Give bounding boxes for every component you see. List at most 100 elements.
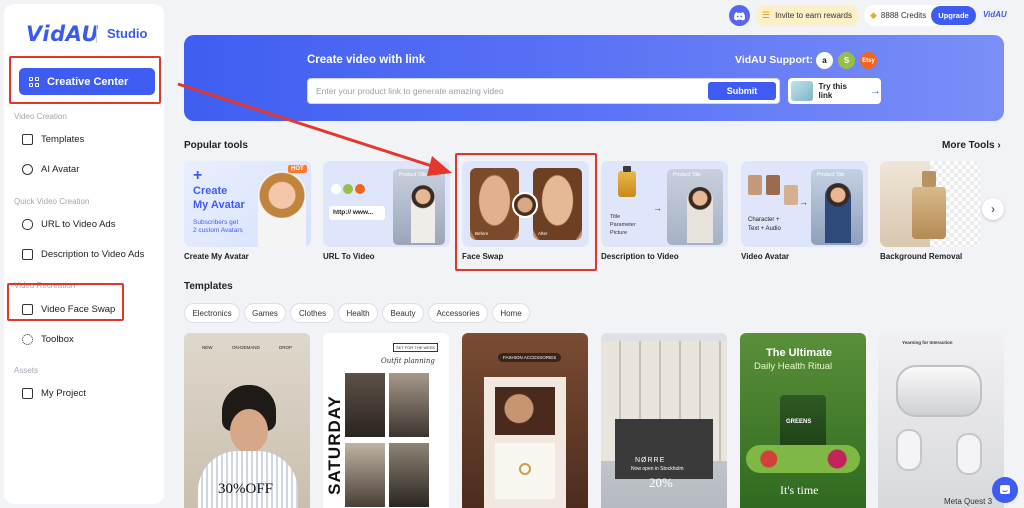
plus-icon: + bbox=[193, 167, 203, 184]
tile-top-text: Yearning for Interaction bbox=[902, 340, 953, 345]
etsy-icon[interactable]: Etsy bbox=[860, 52, 877, 69]
vr-controller-right bbox=[956, 433, 982, 475]
sidebar-item-label: URL to Video Ads bbox=[41, 218, 116, 230]
sidebar-item-label: Templates bbox=[41, 133, 85, 145]
vidau-logo[interactable]: VidAU bbox=[26, 22, 99, 46]
perfume-bottle bbox=[618, 171, 636, 197]
video-face-swap-highlight bbox=[7, 283, 124, 321]
carousel-next-button[interactable]: › bbox=[982, 198, 1004, 220]
template-tile-2[interactable]: SET FOR THE WEEK Outfit planning SATURDA… bbox=[323, 333, 449, 508]
person-figure bbox=[687, 187, 713, 243]
chip-health[interactable]: Health bbox=[338, 303, 378, 323]
chip-accessories[interactable]: Accessories bbox=[428, 303, 488, 323]
tile-bottom-text: Meta Quest 3 bbox=[944, 497, 993, 506]
tool-label-url-to-video: URL To Video bbox=[323, 252, 375, 261]
product-name: GREENS bbox=[786, 419, 812, 425]
sidebar-item-ai-avatar[interactable]: AI Avatar bbox=[22, 161, 79, 177]
section-assets: Assets bbox=[14, 366, 39, 375]
tool-card-url-to-video[interactable]: http:// www... Product Title bbox=[323, 161, 450, 247]
fruit-pile bbox=[746, 445, 860, 473]
chip-beauty[interactable]: Beauty bbox=[382, 303, 424, 323]
templates-icon bbox=[22, 133, 33, 145]
tool-card-description-to-video[interactable]: Title Parameter Picture → Product Title bbox=[601, 161, 728, 247]
avatar-card-sub-2: 2 custom Avatars bbox=[193, 227, 243, 234]
try-this-link-button[interactable]: Try this link → bbox=[788, 78, 881, 104]
create-video-banner: Create video with link VidAU Support: a … bbox=[184, 35, 1004, 121]
creative-center-label: Creative Center bbox=[47, 75, 129, 88]
ai-avatar-icon bbox=[22, 163, 33, 175]
avatar-card-sub-1: Subscribers get bbox=[193, 219, 239, 226]
discord-button[interactable] bbox=[729, 5, 750, 26]
sidebar-item-toolbox[interactable]: Toolbox bbox=[22, 331, 74, 347]
frame-photo bbox=[484, 377, 566, 508]
vidau-small-logo[interactable]: VidAU bbox=[983, 10, 1007, 19]
section-quick-video-creation: Quick Video Creation bbox=[14, 197, 90, 206]
hot-badge: HOT bbox=[288, 165, 307, 173]
avatar-line-character: Character + bbox=[748, 217, 780, 223]
tool-card-create-my-avatar[interactable]: + Create My Avatar Subscribers get 2 cus… bbox=[184, 161, 311, 247]
more-tools-label: More Tools bbox=[942, 140, 995, 151]
invite-rewards-button[interactable]: ☰ Invite to earn rewards bbox=[755, 5, 859, 26]
grid-icon bbox=[29, 76, 39, 87]
sidebar-item-description-to-video-ads[interactable]: Description to Video Ads bbox=[22, 246, 144, 262]
product-title-label: Product Title bbox=[817, 172, 845, 178]
product-title-label: Product Title bbox=[673, 172, 701, 178]
chat-support-button[interactable] bbox=[992, 477, 1018, 503]
more-tools-link[interactable]: More Tools › bbox=[942, 140, 1001, 151]
shopify-mini-icon bbox=[343, 184, 353, 194]
tool-card-background-removal[interactable] bbox=[880, 161, 980, 247]
support-label: VidAU Support: bbox=[735, 54, 813, 66]
template-tile-6[interactable]: Yearning for Interaction Meta Quest 3 bbox=[878, 333, 1004, 508]
tool-card-video-avatar[interactable]: Character + Text + Audio → Product Title bbox=[741, 161, 868, 247]
sidebar-item-my-project[interactable]: My Project bbox=[22, 385, 86, 401]
template-tile-5[interactable]: The Ultimate Daily Health Ritual GREENS … bbox=[740, 333, 866, 508]
person-figure bbox=[825, 183, 851, 243]
product-title-label: Product Title bbox=[399, 172, 427, 178]
vr-headset bbox=[896, 365, 982, 417]
chip-clothes[interactable]: Clothes bbox=[290, 303, 335, 323]
arrow-right-icon: → bbox=[799, 197, 808, 207]
avatar-card-headline-2: My Avatar bbox=[193, 199, 245, 211]
avatar-line-text-audio: Text + Audio bbox=[748, 226, 781, 232]
try-link-label: Try this link bbox=[818, 82, 847, 100]
person-figure bbox=[411, 185, 435, 243]
invite-label: Invite to earn rewards bbox=[775, 11, 853, 20]
tile-vertical-word: SATURDAY bbox=[324, 395, 344, 495]
perfume-cap bbox=[922, 171, 936, 187]
tool-label-description-to-video: Description to Video bbox=[601, 252, 679, 261]
amazon-icon[interactable]: a bbox=[816, 52, 833, 69]
shopify-icon[interactable]: S bbox=[838, 52, 855, 69]
model-shirt bbox=[198, 451, 298, 508]
tile-nav-new: NEW bbox=[202, 345, 213, 350]
chevron-right-icon: › bbox=[997, 140, 1001, 151]
tile-promo-text: 20% bbox=[649, 475, 673, 490]
creative-center-highlight: Creative Center bbox=[9, 56, 161, 104]
sidebar-item-url-to-video-ads[interactable]: URL to Video Ads bbox=[22, 216, 115, 232]
avatar-photo bbox=[258, 171, 306, 247]
product-link-input[interactable] bbox=[308, 79, 698, 103]
submit-button[interactable]: Submit bbox=[708, 82, 776, 100]
earring-icon bbox=[519, 463, 531, 475]
studio-label: Studio bbox=[107, 26, 148, 41]
template-tile-4[interactable]: NØRRE Now open in Stockholm 20% bbox=[601, 333, 727, 508]
chevron-right-icon: › bbox=[991, 202, 995, 216]
template-tile-3[interactable]: FASHION ACCESSORIES bbox=[462, 333, 588, 508]
tool-label-video-avatar: Video Avatar bbox=[741, 252, 790, 261]
outfit-photo-2 bbox=[389, 373, 429, 437]
model-face bbox=[230, 409, 268, 453]
tile-title-2: Daily Health Ritual bbox=[754, 361, 833, 372]
chat-icon bbox=[1000, 485, 1010, 494]
avatar-card-headline-1: Create bbox=[193, 185, 228, 197]
template-tile-1[interactable]: NEW ON-DEMAND DROP 30%OFF bbox=[184, 333, 310, 508]
chip-home[interactable]: Home bbox=[492, 303, 530, 323]
creative-center-button[interactable]: Creative Center bbox=[19, 68, 155, 95]
chip-games[interactable]: Games bbox=[244, 303, 286, 323]
discord-icon bbox=[734, 11, 745, 20]
arrow-right-icon: → bbox=[653, 203, 662, 213]
face-swap-highlight bbox=[455, 153, 597, 271]
upgrade-button[interactable]: Upgrade bbox=[931, 6, 976, 25]
jewelry-photo bbox=[495, 387, 555, 435]
tile-brand: NØRRE bbox=[635, 457, 666, 464]
chip-electronics[interactable]: Electronics bbox=[184, 303, 240, 323]
sidebar-item-templates[interactable]: Templates bbox=[22, 131, 84, 147]
